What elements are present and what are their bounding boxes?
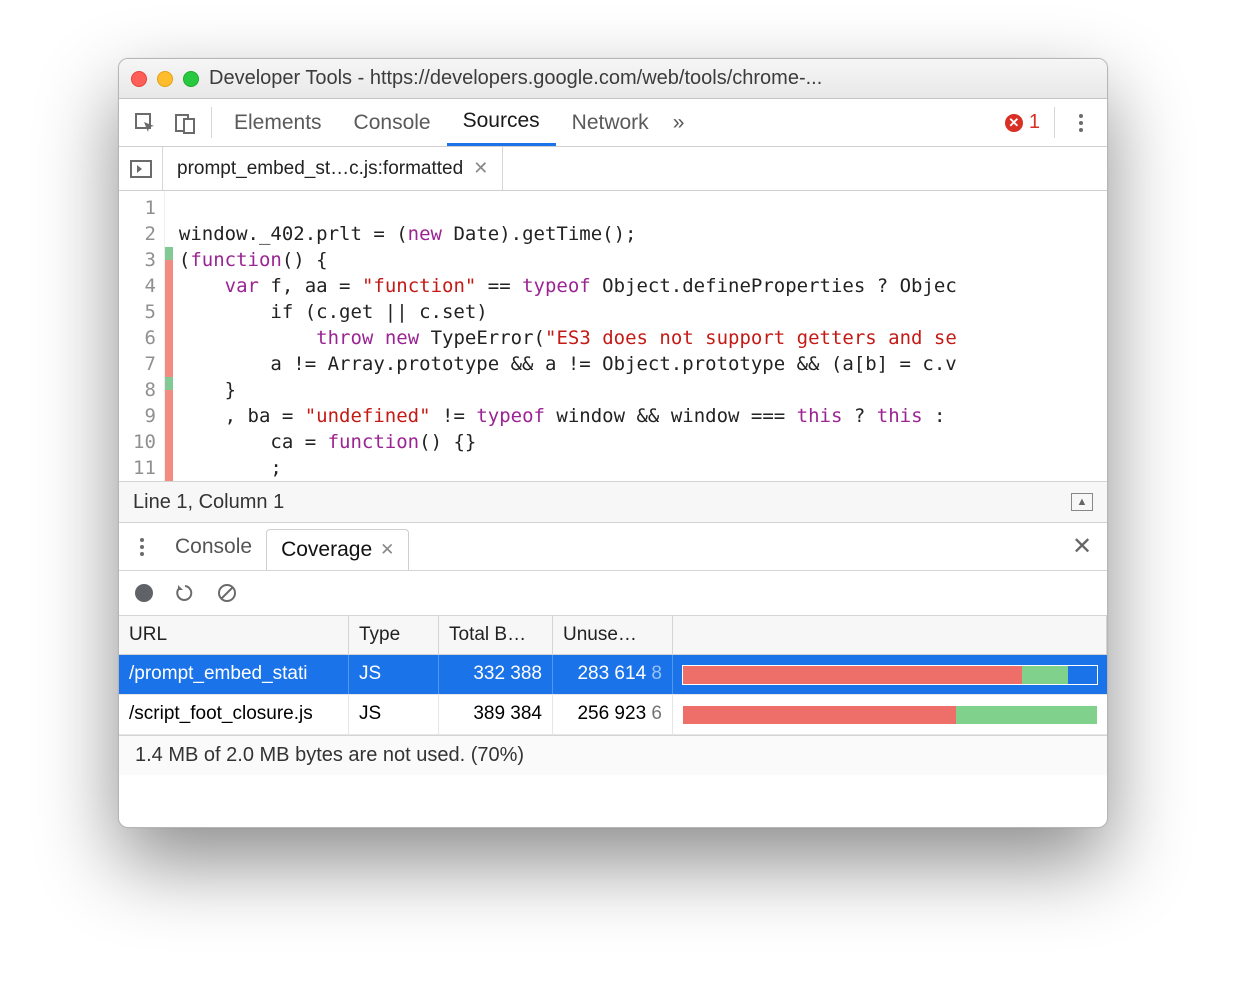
tabs-overflow-icon[interactable]: » [665, 99, 693, 146]
tab-console[interactable]: Console [338, 99, 447, 146]
coverage-marker [165, 351, 173, 377]
zoom-window-button[interactable] [183, 71, 199, 87]
window-title: Developer Tools - https://developers.goo… [209, 67, 1095, 90]
cell-bar [673, 695, 1107, 734]
line-number-gutter: 1234567891011 [119, 191, 165, 481]
code-content[interactable]: window._402.prlt = (new Date).getTime();… [173, 191, 1107, 481]
cursor-position: Line 1, Column 1 [133, 491, 284, 514]
coverage-table-header: URL Type Total B… Unuse… [119, 615, 1107, 655]
tab-network[interactable]: Network [556, 99, 665, 146]
coverage-row[interactable]: /script_foot_closure.jsJS389 384256 923 … [119, 695, 1107, 735]
close-drawer-tab-icon[interactable]: ✕ [380, 540, 394, 560]
collapse-editor-icon[interactable]: ▲ [1071, 493, 1093, 511]
cell-type: JS [349, 695, 439, 734]
device-toolbar-icon[interactable] [165, 99, 205, 146]
code-editor[interactable]: 1234567891011 window._402.prlt = (new Da… [119, 191, 1107, 481]
file-tab-label: prompt_embed_st…c.js:formatted [177, 158, 463, 180]
line-number: 3 [133, 247, 156, 273]
cell-bar [673, 655, 1107, 694]
line-number: 5 [133, 299, 156, 325]
coverage-marker [165, 429, 173, 455]
coverage-table: URL Type Total B… Unuse… /prompt_embed_s… [119, 615, 1107, 735]
file-tab-bar: prompt_embed_st…c.js:formatted ✕ [119, 147, 1107, 191]
line-number: 2 [133, 221, 156, 247]
coverage-toolbar [119, 571, 1107, 615]
file-tab[interactable]: prompt_embed_st…c.js:formatted ✕ [163, 147, 503, 190]
line-number: 7 [133, 351, 156, 377]
minimize-window-button[interactable] [157, 71, 173, 87]
cell-unused: 256 923 6 [553, 695, 673, 734]
line-number: 11 [133, 455, 156, 481]
error-indicator[interactable]: ✕ 1 [997, 99, 1048, 146]
header-url[interactable]: URL [119, 616, 349, 654]
traffic-lights [131, 71, 199, 87]
drawer-tab-bar: Console Coverage ✕ ✕ [119, 523, 1107, 571]
editor-status-bar: Line 1, Column 1 ▲ [119, 481, 1107, 523]
line-number: 1 [133, 195, 156, 221]
tab-elements[interactable]: Elements [218, 99, 338, 146]
kebab-menu-icon[interactable] [1061, 99, 1101, 146]
close-drawer-icon[interactable]: ✕ [1061, 523, 1103, 570]
inspect-element-icon[interactable] [125, 99, 165, 146]
cell-unused: 283 614 8 [553, 655, 673, 694]
error-icon: ✕ [1005, 114, 1023, 132]
reload-coverage-icon[interactable] [175, 583, 195, 603]
error-count: 1 [1029, 111, 1040, 134]
line-number: 10 [133, 429, 156, 455]
coverage-marker [165, 247, 173, 273]
cell-total: 332 388 [439, 655, 553, 694]
drawer-tab-label: Coverage [281, 538, 372, 562]
header-total-bytes[interactable]: Total B… [439, 616, 553, 654]
tab-sources[interactable]: Sources [447, 99, 556, 146]
line-number: 9 [133, 403, 156, 429]
navigator-toggle-icon[interactable] [119, 147, 163, 190]
header-type[interactable]: Type [349, 616, 439, 654]
cell-url: /script_foot_closure.js [119, 695, 349, 734]
record-coverage-icon[interactable] [135, 584, 153, 602]
line-number: 4 [133, 273, 156, 299]
coverage-marker [165, 299, 173, 325]
cell-url: /prompt_embed_stati [119, 655, 349, 694]
line-number: 8 [133, 377, 156, 403]
coverage-row[interactable]: /prompt_embed_statiJS332 388283 614 8 [119, 655, 1107, 695]
drawer-menu-icon[interactable] [123, 523, 161, 570]
window-titlebar: Developer Tools - https://developers.goo… [119, 59, 1107, 99]
coverage-marker [165, 377, 173, 403]
coverage-marker [165, 195, 173, 221]
clear-coverage-icon[interactable] [217, 583, 237, 603]
coverage-gutter [165, 191, 173, 481]
separator [211, 107, 212, 138]
devtools-window: Developer Tools - https://developers.goo… [118, 58, 1108, 828]
coverage-marker [165, 455, 173, 481]
drawer-tab-coverage[interactable]: Coverage ✕ [266, 529, 409, 570]
close-tab-icon[interactable]: ✕ [473, 158, 488, 179]
coverage-marker [165, 273, 173, 299]
drawer-tab-console[interactable]: Console [161, 523, 266, 570]
coverage-summary: 1.4 MB of 2.0 MB bytes are not used. (70… [119, 735, 1107, 775]
separator [1054, 107, 1055, 138]
close-window-button[interactable] [131, 71, 147, 87]
header-unused-bytes[interactable]: Unuse… [553, 616, 673, 654]
coverage-marker [165, 221, 173, 247]
cell-total: 389 384 [439, 695, 553, 734]
cell-type: JS [349, 655, 439, 694]
devtools-toolbar: Elements Console Sources Network » ✕ 1 [119, 99, 1107, 147]
coverage-marker [165, 325, 173, 351]
header-visualization [673, 616, 1107, 654]
line-number: 6 [133, 325, 156, 351]
coverage-marker [165, 403, 173, 429]
